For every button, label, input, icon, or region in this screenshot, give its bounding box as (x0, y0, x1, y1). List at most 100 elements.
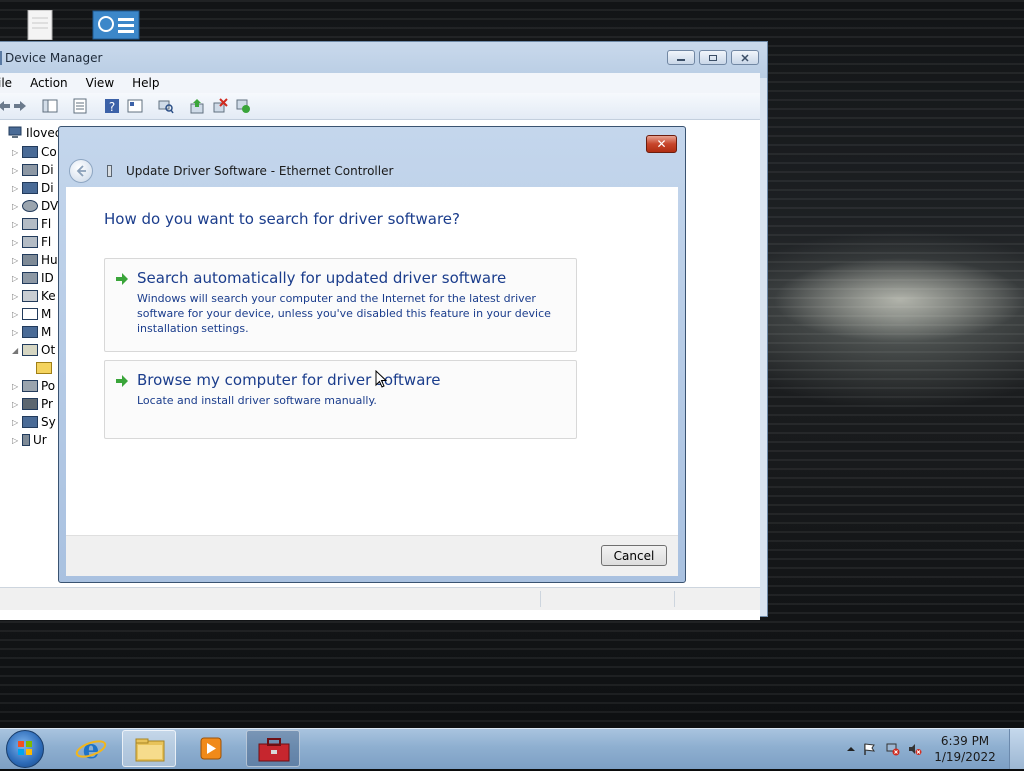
tree-item[interactable]: ▷ Fl (12, 234, 51, 250)
help-icon[interactable]: ? (104, 98, 120, 114)
uninstall-icon[interactable] (212, 98, 228, 114)
taskbar-internet-explorer[interactable]: e (64, 730, 118, 767)
taskbar: e 6:39 PM 1/19/2022 (0, 728, 1024, 769)
back-arrow-icon[interactable] (0, 98, 12, 114)
internet-explorer-icon: e (75, 735, 107, 765)
tree-item[interactable]: ▷ ID (12, 270, 54, 286)
search-automatically-title: Search automatically for updated driver … (137, 269, 507, 287)
dialog-question: How do you want to search for driver sof… (104, 210, 460, 228)
menu-file[interactable]: ile (0, 76, 12, 90)
taskbar-media-player[interactable] (184, 730, 238, 767)
text-document-icon[interactable] (22, 10, 58, 40)
tree-item-expanded[interactable]: ◢ Ot (12, 342, 55, 358)
menu-bar: ile Action View Help (0, 73, 760, 93)
usb-controller-icon (22, 434, 30, 446)
tree-item-selected[interactable] (36, 360, 55, 376)
restore-icon (709, 54, 717, 61)
action-center-flag-icon[interactable] (862, 742, 876, 756)
svg-text:?: ? (109, 100, 115, 114)
keyboard-icon (22, 290, 38, 302)
disk-drive-icon (22, 164, 38, 176)
other-devices-icon (22, 344, 38, 356)
taskbar-device-manager[interactable] (246, 730, 300, 767)
volume-muted-icon[interactable] (908, 742, 922, 756)
toolbox-icon (258, 738, 290, 762)
menu-action[interactable]: Action (30, 76, 68, 90)
warning-device-icon (36, 362, 52, 374)
search-automatically-description: Windows will search your computer and th… (137, 292, 551, 335)
update-driver-icon[interactable] (189, 98, 205, 114)
dialog-body: How do you want to search for driver sof… (66, 187, 678, 535)
status-bar (0, 587, 760, 610)
dialog-close-button[interactable]: ✕ (646, 135, 677, 153)
tree-item[interactable]: ▷ Pr (12, 396, 53, 412)
tree-item[interactable]: ▷ Fl (12, 216, 51, 232)
scan-hardware-icon[interactable] (158, 98, 174, 114)
windows-logo-icon (18, 741, 32, 755)
back-arrow-icon (76, 165, 86, 177)
hid-icon (22, 254, 38, 266)
tree-item[interactable]: ▷ DV (12, 198, 58, 214)
mouse-cursor-icon (375, 370, 387, 388)
notification-area: 6:39 PM 1/19/2022 (844, 729, 1024, 769)
browse-computer-option[interactable]: Browse my computer for driver software L… (104, 360, 577, 439)
tree-item[interactable]: ▷ Di (12, 162, 54, 178)
floppy-controller-icon (22, 218, 38, 230)
taskbar-windows-explorer[interactable] (122, 730, 176, 767)
tree-root[interactable]: Ilovec (26, 126, 61, 140)
properties-pane-icon[interactable] (42, 98, 58, 114)
menu-help[interactable]: Help (132, 76, 159, 90)
toolbar: ? (0, 93, 760, 120)
ports-icon (22, 380, 38, 392)
device-manager-titlebar[interactable]: Device Manager (0, 42, 767, 74)
clock-date: 1/19/2022 (934, 750, 996, 764)
status-divider (674, 591, 675, 607)
dialog-header: Update Driver Software - Ethernet Contro… (67, 157, 679, 187)
device-manager-title: Device Manager (5, 51, 103, 65)
close-icon (741, 53, 749, 62)
tree-item[interactable]: ▷ M (12, 324, 51, 340)
minimize-icon (677, 58, 685, 61)
caption-buttons (667, 50, 759, 65)
tree-item[interactable]: ▷ Ur (12, 432, 47, 448)
tree-item[interactable]: ▷ Po (12, 378, 55, 394)
search-automatically-option[interactable]: Search automatically for updated driver … (104, 258, 577, 352)
network-disconnected-icon[interactable] (886, 742, 900, 756)
minimize-button[interactable] (667, 50, 695, 65)
cancel-button[interactable]: Cancel (601, 545, 667, 566)
computer-icon (22, 146, 38, 158)
forward-arrow-icon[interactable] (12, 98, 28, 114)
tree-item[interactable]: ▷ M (12, 306, 51, 322)
tree-item[interactable]: ▷ Di (12, 180, 54, 196)
mouse-icon (22, 308, 38, 320)
view-icon[interactable] (127, 98, 143, 114)
tree-item[interactable]: ▷ Ke (12, 288, 56, 304)
close-window-button[interactable] (731, 50, 759, 65)
enable-device-icon[interactable] (235, 98, 251, 114)
show-desktop-button[interactable] (1009, 729, 1024, 769)
update-driver-dialog: ✕ Update Driver Software - Ethernet Cont… (58, 126, 686, 583)
network-device-icon (107, 165, 112, 177)
control-panel-icon[interactable] (92, 10, 140, 40)
tree-item[interactable]: ▷ Co (12, 144, 57, 160)
computer-icon (8, 126, 22, 138)
properties-icon[interactable] (72, 98, 88, 114)
media-player-icon (200, 737, 222, 760)
menu-view[interactable]: View (86, 76, 114, 90)
maximize-button[interactable] (699, 50, 727, 65)
dialog-title: Update Driver Software - Ethernet Contro… (126, 164, 394, 178)
system-devices-icon (22, 416, 38, 428)
green-arrow-icon (116, 375, 128, 387)
display-adapter-icon (22, 182, 38, 194)
dvd-drive-icon (22, 200, 38, 212)
start-button[interactable] (6, 730, 44, 768)
tree-item[interactable]: ▷ Hu (12, 252, 58, 268)
show-hidden-icons-icon[interactable] (844, 742, 858, 756)
back-button[interactable] (69, 159, 93, 183)
clock-time: 6:39 PM (940, 734, 990, 748)
processor-icon (22, 398, 38, 410)
tree-item[interactable]: ▷ Sy (12, 414, 56, 430)
system-clock[interactable]: 6:39 PM 1/19/2022 (930, 733, 1000, 765)
dialog-footer: Cancel (66, 535, 678, 576)
ide-controller-icon (22, 272, 38, 284)
